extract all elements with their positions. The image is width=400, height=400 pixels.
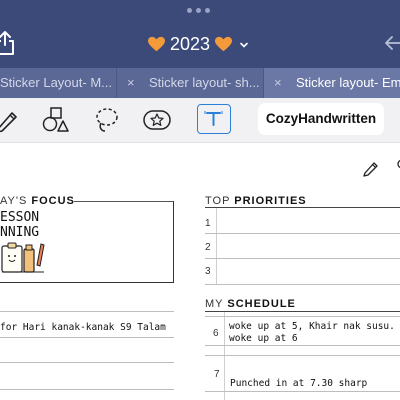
text-icon	[204, 111, 223, 126]
tool-bar: CozyHandwritten	[0, 98, 400, 143]
font-selector-button[interactable]: CozyHandwritten	[258, 103, 384, 135]
schedule-hour: 6	[213, 328, 219, 339]
pen-icon[interactable]	[0, 105, 24, 135]
tab-label: Sticker Layout- M...	[0, 75, 112, 90]
edit-controls	[363, 159, 400, 177]
tab-label: Sticker layout- Em...	[296, 75, 400, 90]
schedule-entry-text: woke up at 5, Khair nak susu. The	[229, 321, 400, 332]
schedule-row-rule	[205, 355, 400, 356]
priority-row-rule	[205, 284, 400, 285]
schedule-header: MY SCHEDULE	[205, 298, 296, 310]
notes-handwritten-line: for Hari kanak-kanak S9 Talam	[0, 322, 166, 333]
tab-bar: Sticker Layout- M... × Sticker layout- sh…	[0, 68, 400, 98]
tab-label: Sticker layout- sh...	[149, 75, 260, 90]
title-bar: 2023	[0, 0, 400, 68]
chevron-down-icon	[240, 42, 248, 48]
notes-row-rule	[0, 337, 174, 338]
notebook-title-text: 2023	[170, 34, 211, 54]
schedule-row-rule	[205, 391, 400, 392]
priorities-margin	[216, 208, 217, 285]
schedule-margin	[224, 312, 225, 400]
focus-handwritten-text: ESSON NNING	[0, 210, 40, 240]
priorities-header: TOP PRIORITIES	[205, 195, 307, 207]
priorities-header-rule	[205, 207, 400, 208]
tab-sticker-layout-m[interactable]: Sticker Layout- M...	[0, 68, 117, 98]
shapes-icon[interactable]	[41, 105, 71, 135]
priority-number: 2	[205, 242, 211, 253]
priority-row-rule	[205, 258, 400, 259]
schedule-row-rule	[205, 316, 400, 317]
sticker-icon[interactable]	[142, 105, 172, 135]
back-arrow-icon[interactable]	[384, 34, 400, 52]
schedule-hour: 7	[214, 369, 220, 380]
notes-row-rule	[0, 311, 174, 312]
tab-sticker-layout-sh[interactable]: × Sticker layout- sh...	[117, 68, 264, 98]
text-tool-button[interactable]	[197, 104, 231, 134]
priority-number: 1	[205, 218, 211, 229]
schedule-header-rule	[205, 311, 400, 312]
orange-heart-icon	[215, 36, 233, 52]
lasso-icon[interactable]	[92, 105, 122, 135]
priority-row-rule	[205, 233, 400, 234]
window-drag-handle[interactable]	[187, 8, 210, 13]
close-tab-icon[interactable]: ×	[274, 68, 288, 98]
edit-pencil-icon[interactable]	[363, 162, 378, 177]
schedule-entry-text: woke up at 6	[229, 333, 298, 344]
notebook-title[interactable]: 2023	[148, 34, 249, 55]
orange-heart-icon	[148, 36, 165, 52]
share-icon[interactable]	[0, 30, 16, 56]
schedule-entry-text: Punched in at 7.30 sharp	[230, 378, 368, 389]
close-tab-icon[interactable]: ×	[127, 68, 141, 98]
tab-sticker-layout-em[interactable]: × Sticker layout- Em...	[264, 68, 400, 98]
schedule-row-rule	[205, 345, 400, 346]
clipboard-sticker-icon	[1, 242, 45, 273]
notes-row-rule	[0, 389, 174, 390]
priority-number: 3	[205, 266, 211, 277]
notes-row-rule	[0, 362, 174, 363]
